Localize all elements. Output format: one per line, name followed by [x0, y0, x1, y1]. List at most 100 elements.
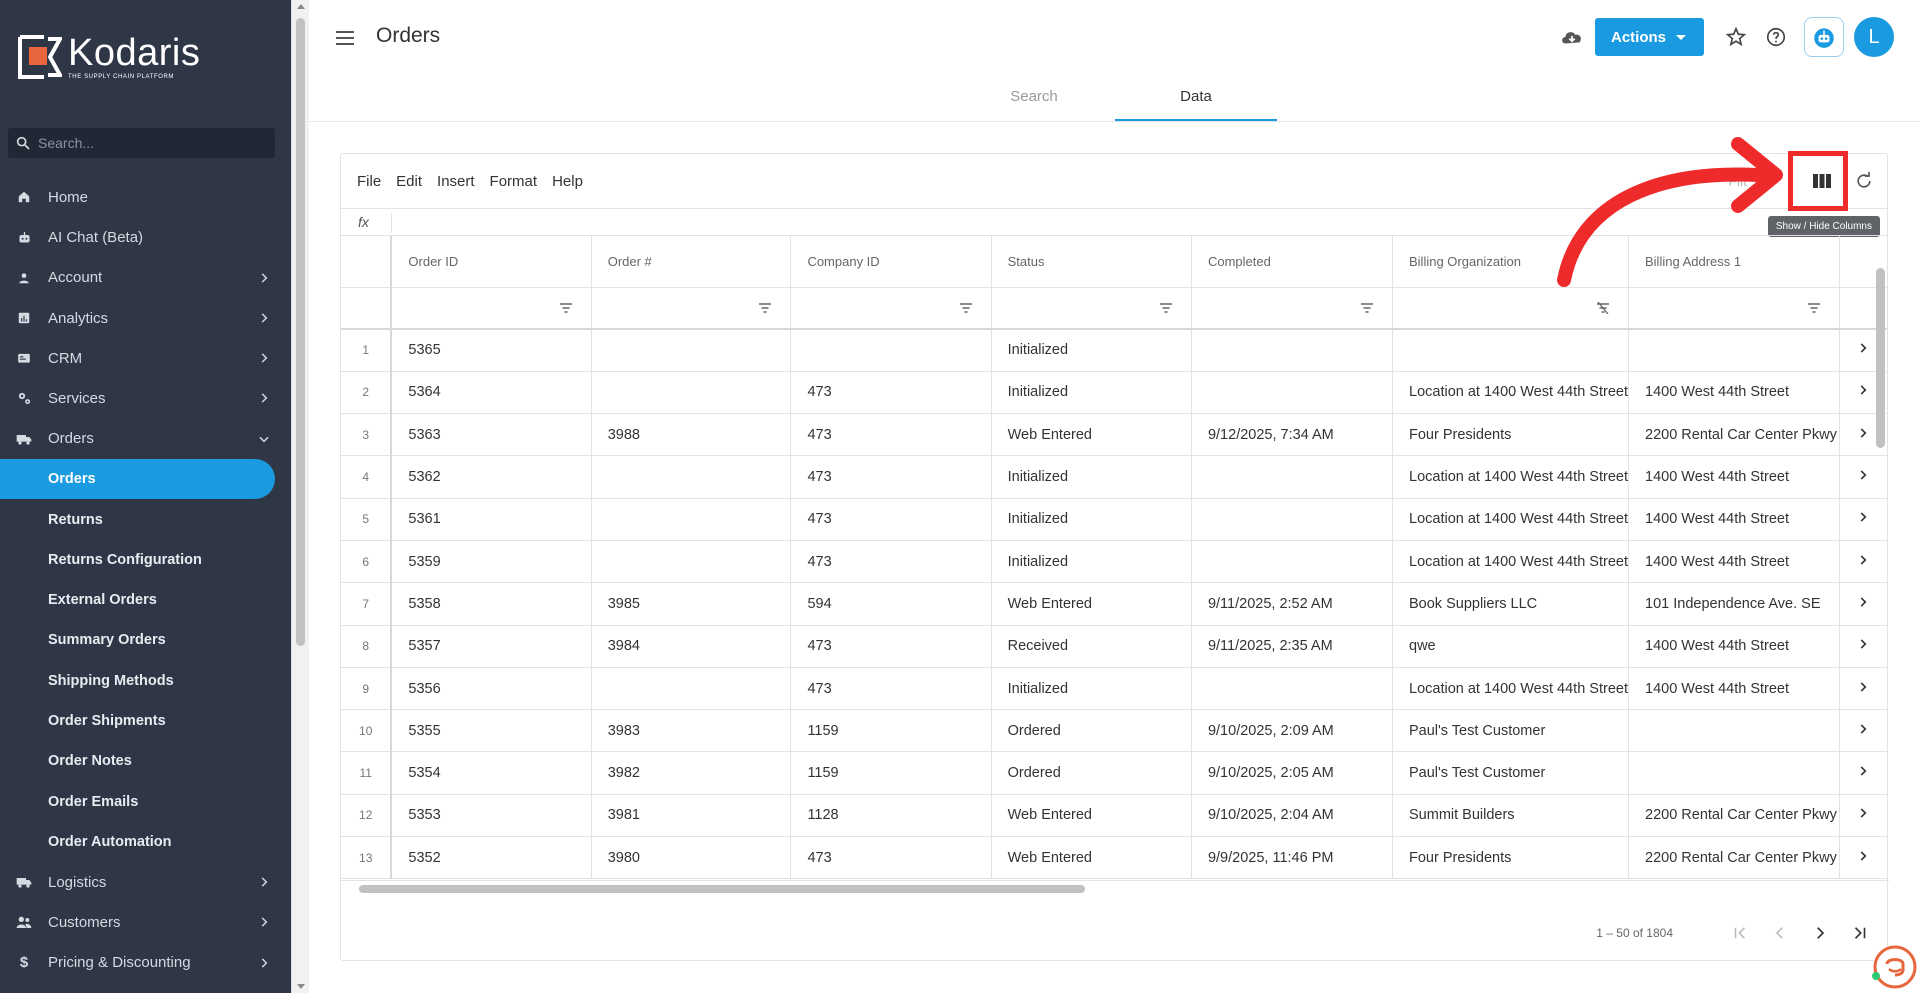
- cell-row-number[interactable]: 7: [341, 582, 393, 626]
- refresh-icon[interactable]: [1851, 168, 1877, 194]
- cell-order-id[interactable]: 5365: [391, 329, 592, 372]
- cell-company-id[interactable]: 473: [790, 540, 992, 584]
- cell-completed[interactable]: 9/9/2025, 11:46 PM: [1191, 836, 1394, 880]
- filter-icon[interactable]: [959, 302, 973, 314]
- cell-billing-organization[interactable]: Location at 1400 West 44th Street: [1392, 667, 1629, 711]
- filter-icon[interactable]: [1360, 302, 1374, 314]
- cell-billing-organization[interactable]: Location at 1400 West 44th Street: [1392, 371, 1629, 415]
- tab-data[interactable]: Data: [1115, 78, 1277, 121]
- cell-row-number[interactable]: 2: [341, 371, 393, 415]
- cell-billing-address-1[interactable]: [1628, 751, 1840, 795]
- sidebar-item-analytics[interactable]: Analytics: [0, 298, 291, 338]
- cell-order-number[interactable]: 3984: [591, 625, 792, 668]
- cell-order-number[interactable]: 3988: [591, 413, 792, 457]
- ai-assistant-button[interactable]: [1804, 17, 1844, 57]
- cell-status[interactable]: Web Entered: [991, 794, 1192, 838]
- sidebar-item-account[interactable]: Account: [0, 258, 291, 298]
- cell-order-number[interactable]: 3982: [591, 751, 792, 795]
- cell-billing-organization[interactable]: Location at 1400 West 44th Street: [1392, 498, 1629, 541]
- cell-billing-organization[interactable]: Summit Builders: [1392, 794, 1629, 838]
- cell-billing-address-1[interactable]: [1628, 709, 1840, 753]
- user-avatar[interactable]: L: [1854, 17, 1894, 57]
- sidebar-search-input[interactable]: [38, 135, 258, 151]
- grid-vertical-scrollbar[interactable]: [1873, 254, 1887, 894]
- cell-company-id[interactable]: 473: [790, 455, 992, 499]
- cell-status[interactable]: Initialized: [991, 667, 1192, 711]
- sidebar-item-logistics[interactable]: Logistics: [0, 862, 291, 902]
- cell-order-number[interactable]: [591, 667, 792, 711]
- cell-status[interactable]: Initialized: [991, 498, 1192, 541]
- cell-billing-address-1[interactable]: 1400 West 44th Street: [1628, 625, 1840, 668]
- sidebar-subitem-order-notes[interactable]: Order Notes: [0, 741, 291, 781]
- cell-status[interactable]: Initialized: [991, 540, 1192, 584]
- table-row[interactable]: 7 5358 3985 594 Web Entered 9/11/2025, 2:52 A…: [341, 582, 1887, 626]
- sidebar-subitem-returns-configuration[interactable]: Returns Configuration: [0, 540, 291, 580]
- cell-company-id[interactable]: 473: [790, 413, 992, 457]
- table-row[interactable]: 12 5353 3981 1128 Web Entered 9/10/2025, 2:04…: [341, 794, 1887, 838]
- sidebar-item-ai-chat[interactable]: AI Chat (Beta): [0, 217, 291, 257]
- cell-order-id[interactable]: 5356: [391, 667, 592, 711]
- cell-completed[interactable]: 9/11/2025, 2:35 AM: [1191, 625, 1394, 668]
- help-icon[interactable]: [1763, 24, 1789, 50]
- cell-status[interactable]: Ordered: [991, 751, 1192, 795]
- cell-row-number[interactable]: 11: [341, 751, 393, 795]
- cell-completed[interactable]: 9/10/2025, 2:05 AM: [1191, 751, 1394, 795]
- menu-file[interactable]: File: [357, 173, 381, 190]
- scroll-down-arrow-icon[interactable]: [297, 984, 305, 989]
- cell-completed[interactable]: [1191, 455, 1394, 499]
- cell-order-id[interactable]: 5355: [391, 709, 592, 753]
- table-row[interactable]: 4 5362 473 Initialized Location at 1400 West…: [341, 455, 1887, 499]
- actions-button[interactable]: Actions: [1594, 18, 1704, 56]
- cell-completed[interactable]: [1191, 498, 1394, 541]
- cell-company-id[interactable]: 473: [790, 836, 992, 880]
- cell-order-id[interactable]: 5362: [391, 455, 592, 499]
- cloud-download-icon[interactable]: [1559, 24, 1585, 50]
- cell-status[interactable]: Initialized: [991, 329, 1192, 372]
- cell-billing-address-1[interactable]: 1400 West 44th Street: [1628, 455, 1840, 499]
- cell-completed[interactable]: [1191, 667, 1394, 711]
- cell-order-number[interactable]: [591, 455, 792, 499]
- sidebar-subitem-external-orders[interactable]: External Orders: [0, 580, 291, 620]
- cell-company-id[interactable]: [790, 329, 992, 372]
- cell-order-number[interactable]: 3985: [591, 582, 792, 626]
- cell-row-number[interactable]: 10: [341, 709, 393, 753]
- cell-order-id[interactable]: 5359: [391, 540, 592, 584]
- sidebar-search[interactable]: [8, 128, 275, 158]
- cell-billing-address-1[interactable]: 2200 Rental Car Center Pkwy: [1628, 836, 1840, 880]
- column-header-company-id[interactable]: Company ID: [790, 236, 992, 288]
- sidebar-subitem-summary-orders[interactable]: Summary Orders: [0, 620, 291, 660]
- cell-billing-address-1[interactable]: [1628, 329, 1840, 372]
- cell-row-number[interactable]: 9: [341, 667, 393, 711]
- cell-billing-organization[interactable]: Book Suppliers LLC: [1392, 582, 1629, 626]
- sidebar-subitem-shipping-methods[interactable]: Shipping Methods: [0, 661, 291, 701]
- sidebar-item-orders[interactable]: Orders: [0, 419, 291, 459]
- first-page-icon[interactable]: [1727, 920, 1753, 946]
- cell-company-id[interactable]: 1159: [790, 709, 992, 753]
- cell-billing-organization[interactable]: Paul's Test Customer: [1392, 709, 1629, 753]
- menu-insert[interactable]: Insert: [437, 173, 475, 190]
- cell-company-id[interactable]: 1159: [790, 751, 992, 795]
- cell-completed[interactable]: [1191, 371, 1394, 415]
- cell-row-number[interactable]: 3: [341, 413, 393, 457]
- sidebar-subitem-order-emails[interactable]: Order Emails: [0, 781, 291, 821]
- cell-order-number[interactable]: 3983: [591, 709, 792, 753]
- filter-icon[interactable]: [559, 302, 573, 314]
- hamburger-menu-icon[interactable]: [333, 26, 357, 50]
- cell-status[interactable]: Web Entered: [991, 582, 1192, 626]
- cell-billing-address-1[interactable]: 1400 West 44th Street: [1628, 498, 1840, 541]
- sidebar-item-services[interactable]: Services: [0, 378, 291, 418]
- sidebar-item-crm[interactable]: CRM: [0, 338, 291, 378]
- cell-billing-organization[interactable]: Paul's Test Customer: [1392, 751, 1629, 795]
- scroll-up-arrow-icon[interactable]: [297, 4, 305, 9]
- cell-completed[interactable]: [1191, 329, 1394, 372]
- menu-edit[interactable]: Edit: [396, 173, 422, 190]
- star-icon[interactable]: [1723, 24, 1749, 50]
- cell-billing-address-1[interactable]: 2200 Rental Car Center Pkwy: [1628, 413, 1840, 457]
- cell-status[interactable]: Received: [991, 625, 1192, 668]
- sidebar-subitem-order-automation[interactable]: Order Automation: [0, 822, 291, 862]
- cell-company-id[interactable]: 473: [790, 498, 992, 541]
- filter-off-icon[interactable]: [1596, 301, 1610, 314]
- cell-order-number[interactable]: 3981: [591, 794, 792, 838]
- cell-order-id[interactable]: 5353: [391, 794, 592, 838]
- table-row[interactable]: 5 5361 473 Initialized Location at 1400 West…: [341, 498, 1887, 541]
